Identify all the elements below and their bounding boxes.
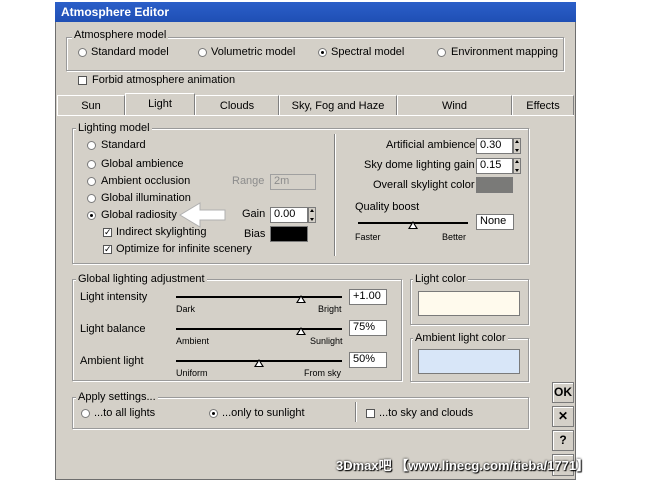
ambient-light-color-label: Ambient light color <box>413 332 508 344</box>
radio-standard-model-label[interactable]: Standard model <box>91 46 169 59</box>
radio-spectral-model-label[interactable]: Spectral model <box>331 46 404 59</box>
tab-wind[interactable]: Wind <box>397 95 512 115</box>
apply-settings-divider <box>355 402 356 422</box>
skylight-color-swatch[interactable] <box>476 177 513 193</box>
ambient-light-color-swatch[interactable] <box>418 349 520 374</box>
radio-global-ambience[interactable] <box>87 160 96 169</box>
light-balance-label: Light balance <box>80 323 146 335</box>
tab-sun[interactable]: Sun <box>57 95 125 115</box>
radio-lighting-standard-label[interactable]: Standard <box>101 139 146 152</box>
light-intensity-thumb[interactable] <box>295 295 306 303</box>
light-intensity-field[interactable]: +1.00 <box>349 289 387 305</box>
lighting-model-label: Lighting model <box>76 122 152 134</box>
radio-global-radiosity-label[interactable]: Global radiosity <box>101 209 177 222</box>
global-adjust-label: Global lighting adjustment <box>76 273 207 285</box>
radio-volumetric-model[interactable] <box>198 48 207 57</box>
radio-global-radiosity[interactable] <box>87 211 96 220</box>
bias-color-swatch[interactable] <box>270 226 308 242</box>
sky-dome-spinner[interactable] <box>513 158 521 174</box>
light-intensity-track <box>176 296 342 298</box>
indirect-skylighting-checkbox[interactable]: ✓ <box>103 228 112 237</box>
faster-label: Faster <box>355 232 381 242</box>
optimize-infinite-label[interactable]: Optimize for infinite scenery <box>116 243 252 256</box>
radio-ambient-occlusion[interactable] <box>87 177 96 186</box>
radio-apply-all-lights-label[interactable]: ...to all lights <box>94 407 155 420</box>
gain-label: Gain <box>242 208 266 220</box>
sky-dome-field[interactable]: 0.15 <box>476 158 513 174</box>
radio-standard-model[interactable] <box>78 48 87 57</box>
tab-panel-border <box>57 115 574 116</box>
ambient-light-label: Ambient light <box>80 355 144 367</box>
forbid-animation-label[interactable]: Forbid atmosphere animation <box>92 74 235 87</box>
radio-environment-mapping[interactable] <box>437 48 446 57</box>
quality-boost-thumb[interactable] <box>408 221 418 229</box>
indirect-skylighting-label[interactable]: Indirect skylighting <box>116 226 207 239</box>
radio-global-ambience-label[interactable]: Global ambience <box>101 158 184 171</box>
bias-label: Bias <box>244 228 266 240</box>
light-color-label: Light color <box>413 273 468 285</box>
ambient-light-max: From sky <box>304 368 341 378</box>
radio-apply-only-sunlight-label[interactable]: ...only to sunlight <box>222 407 305 420</box>
light-balance-field[interactable]: 75% <box>349 320 387 336</box>
ok-button[interactable]: OK <box>552 382 574 403</box>
gain-spinner[interactable] <box>308 207 316 223</box>
optimize-infinite-checkbox[interactable]: ✓ <box>103 245 112 254</box>
pointer-arrow-icon <box>179 202 226 228</box>
light-intensity-min: Dark <box>176 304 196 314</box>
tab-clouds[interactable]: Clouds <box>195 95 279 115</box>
radio-lighting-standard[interactable] <box>87 141 96 150</box>
cancel-button[interactable]: ✕ <box>552 406 574 427</box>
help-button[interactable]: ? <box>552 430 574 451</box>
apply-sky-clouds-label[interactable]: ...to sky and clouds <box>379 407 473 420</box>
artificial-ambience-spinner[interactable] <box>513 138 521 154</box>
light-balance-max: Sunlight <box>310 336 343 346</box>
radio-apply-only-sunlight[interactable] <box>209 409 218 418</box>
ambient-light-min: Uniform <box>176 368 208 378</box>
tab-light[interactable]: Light <box>125 93 195 116</box>
window-title: Atmosphere Editor <box>55 2 576 22</box>
light-balance-min: Ambient <box>176 336 210 346</box>
atmosphere-model-label: Atmosphere model <box>72 29 169 41</box>
watermark-text: 3Dmax吧 【www.linecg.com/tieba/1771】 <box>336 458 590 473</box>
forbid-animation-checkbox[interactable] <box>78 76 87 85</box>
ambient-light-thumb[interactable] <box>254 359 264 367</box>
tab-sky-fog-haze[interactable]: Sky, Fog and Haze <box>279 95 397 115</box>
quality-boost-label: Quality boost <box>355 201 420 213</box>
gain-field[interactable]: 0.00 <box>270 207 308 223</box>
skylight-color-label: Overall skylight color <box>373 179 475 191</box>
radio-ambient-occlusion-label[interactable]: Ambient occlusion <box>101 175 190 188</box>
lighting-model-divider <box>334 134 335 256</box>
light-balance-track <box>176 328 342 330</box>
sky-dome-label: Sky dome lighting gain <box>364 159 475 171</box>
light-intensity-label: Light intensity <box>80 291 148 303</box>
tab-effects[interactable]: Effects <box>512 95 574 115</box>
radio-global-illumination[interactable] <box>87 194 96 203</box>
range-label: Range <box>232 175 265 187</box>
better-label: Better <box>442 232 467 242</box>
apply-sky-clouds-checkbox[interactable] <box>366 409 375 418</box>
quality-boost-field[interactable]: None <box>476 214 514 230</box>
light-color-swatch[interactable] <box>418 291 520 316</box>
artificial-ambience-label: Artificial ambience <box>386 139 476 151</box>
radio-spectral-model[interactable] <box>318 48 327 57</box>
light-balance-thumb[interactable] <box>295 327 306 335</box>
radio-volumetric-model-label[interactable]: Volumetric model <box>211 46 295 59</box>
radio-apply-all-lights[interactable] <box>81 409 90 418</box>
radio-environment-mapping-label[interactable]: Environment mapping <box>451 46 558 59</box>
ambient-light-field[interactable]: 50% <box>349 352 387 368</box>
artificial-ambience-field[interactable]: 0.30 <box>476 138 513 154</box>
apply-settings-label: Apply settings... <box>76 391 158 403</box>
light-intensity-max: Bright <box>318 304 342 314</box>
range-field: 2m <box>270 174 316 190</box>
